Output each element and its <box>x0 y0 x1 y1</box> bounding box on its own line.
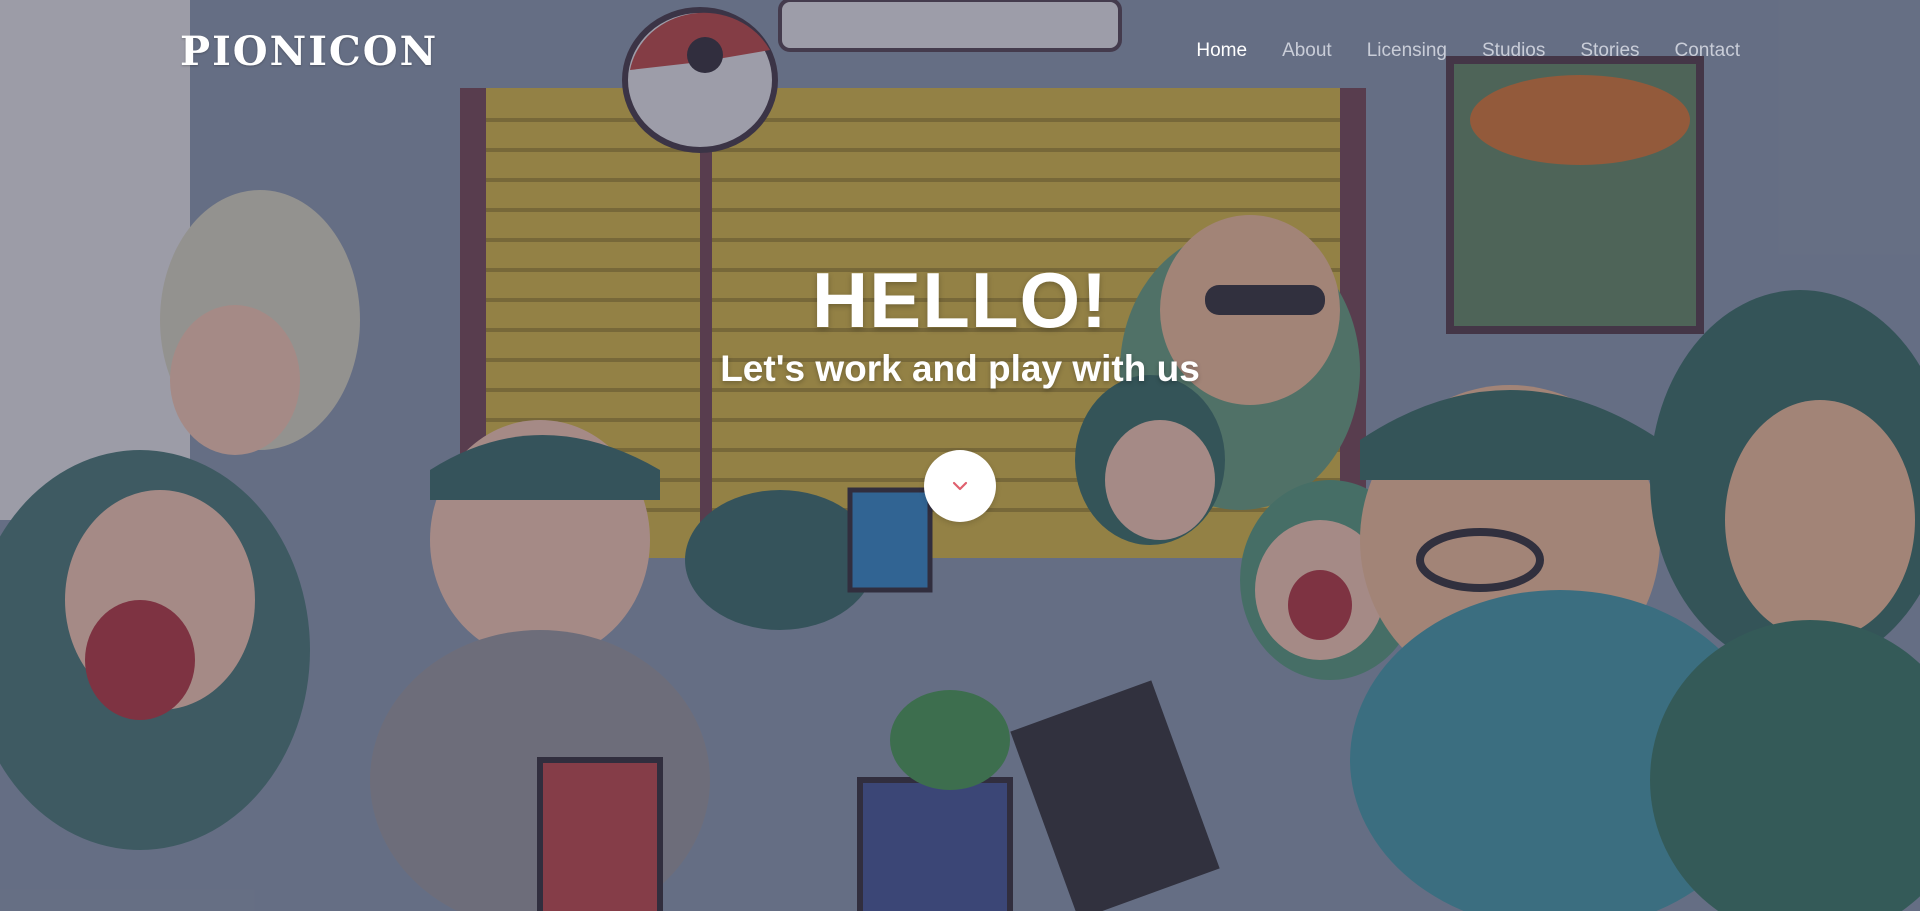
nav-item-licensing[interactable]: Licensing <box>1367 40 1447 62</box>
site-logo[interactable]: PIONICON <box>180 28 438 75</box>
nav-item-home[interactable]: Home <box>1196 40 1247 62</box>
main-nav: Home About Licensing Studios Stories Con… <box>1161 40 1740 62</box>
nav-item-contact[interactable]: Contact <box>1675 40 1740 62</box>
nav-item-studios[interactable]: Studios <box>1482 40 1545 62</box>
chevron-down-icon <box>952 481 968 491</box>
nav-item-stories[interactable]: Stories <box>1580 40 1639 62</box>
hero-subtitle: Let's work and play with us <box>720 348 1200 389</box>
scroll-down-button[interactable] <box>924 450 996 522</box>
site-header: PIONICON Home About Licensing Studios St… <box>0 0 1920 110</box>
hero-section: PIONICON Home About Licensing Studios St… <box>0 0 1920 911</box>
nav-item-about[interactable]: About <box>1282 40 1332 62</box>
hero-title: HELLO! <box>811 256 1109 344</box>
